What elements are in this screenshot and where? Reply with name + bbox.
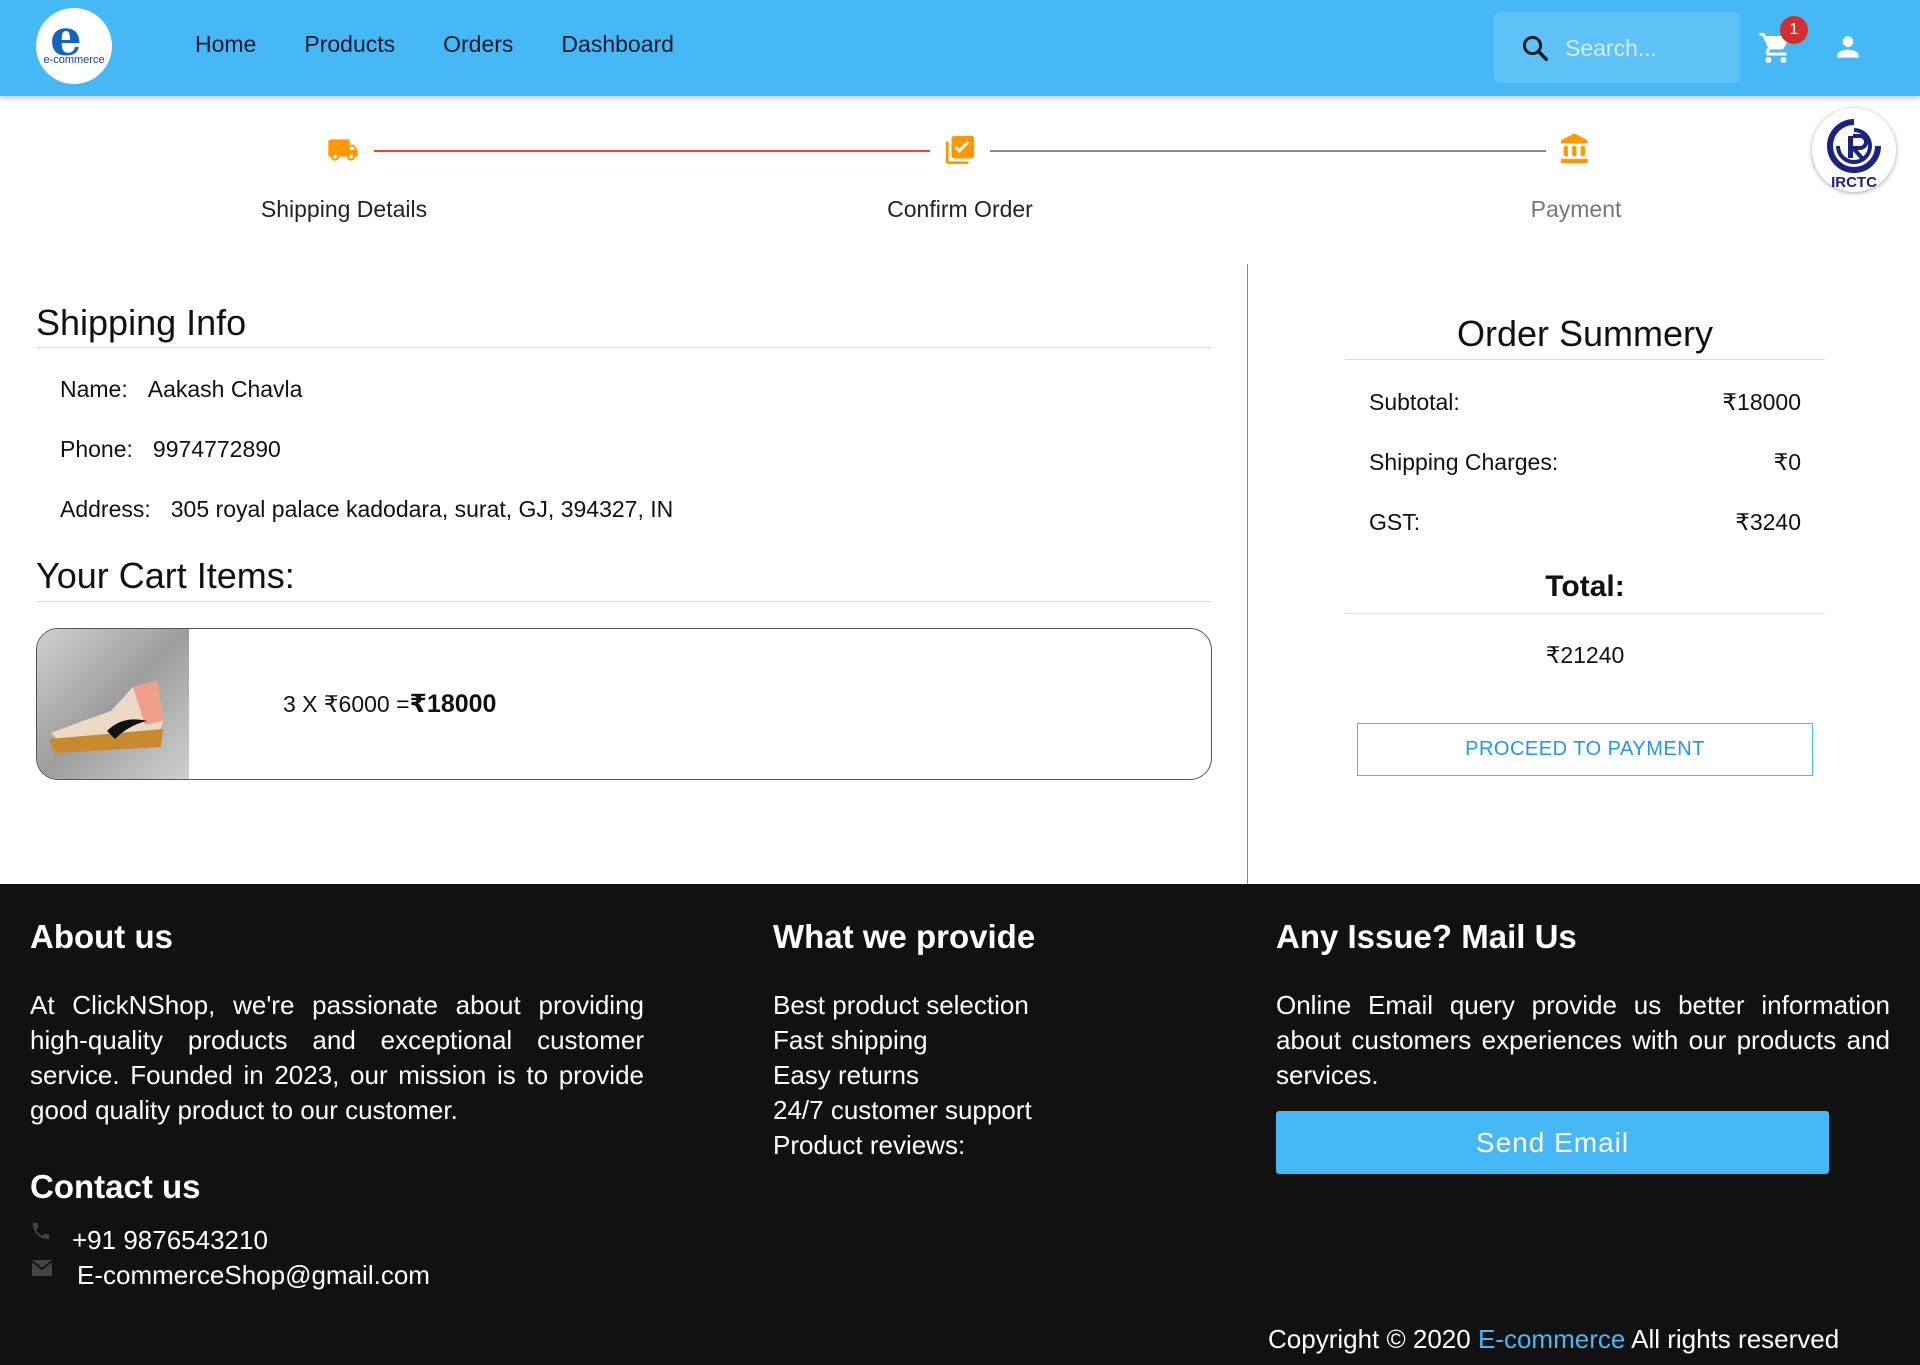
step-confirm-order: Confirm Order [887, 196, 1033, 222]
phone-label: Phone: [60, 436, 133, 462]
logo-text: e-commerce [43, 54, 105, 66]
list-item: Product reviews: [773, 1130, 966, 1160]
shipping-charges-label: Shipping Charges: [1369, 449, 1559, 475]
list-item: Best product selection [773, 990, 1029, 1020]
nav-home[interactable]: Home [195, 31, 256, 58]
product-image[interactable] [37, 629, 189, 779]
column-divider [1247, 264, 1248, 884]
phone-value: 9974772890 [152, 436, 281, 462]
list-item: 24/7 customer support [773, 1095, 1032, 1125]
divider [36, 601, 1212, 602]
copyright-brand-link[interactable]: E-commerce [1478, 1324, 1625, 1354]
footer: About us At ClickNShop, we're passionate… [0, 884, 1920, 1365]
shipping-phone-row: Phone: 9974772890 [60, 436, 281, 463]
phone-number[interactable]: +91 9876543210 [72, 1225, 268, 1256]
gst-row: GST: ₹3240 [1369, 509, 1801, 536]
main-nav: Home Products Orders Dashboard [195, 31, 722, 58]
user-account-icon[interactable] [1832, 31, 1864, 63]
nav-orders[interactable]: Orders [443, 31, 513, 58]
total-label: Total: [1545, 570, 1625, 603]
contact-us-title: Contact us [30, 1168, 201, 1205]
list-item: Fast shipping [773, 1025, 928, 1055]
shipping-name-row: Name: Aakash Chavla [60, 376, 302, 403]
divider [1345, 359, 1825, 360]
order-summary-title: Order Summery [1456, 313, 1714, 354]
nav-products[interactable]: Products [304, 31, 395, 58]
step-connector-pending [990, 150, 1546, 152]
name-label: Name: [60, 376, 128, 402]
proceed-to-payment-button[interactable]: PROCEED TO PAYMENT [1357, 723, 1813, 776]
name-value: Aakash Chavla [147, 376, 303, 402]
cart-count-badge: 1 [1780, 16, 1808, 44]
subtotal-label: Subtotal: [1369, 389, 1460, 415]
shipping-address-row: Address: 305 royal palace kadodara, surat… [60, 496, 673, 523]
about-us-text: At ClickNShop, we're passionate about pr… [30, 990, 644, 1125]
search-icon[interactable] [1520, 33, 1550, 63]
cart-item-card: 3 X ₹6000 =₹18000 [36, 628, 1212, 780]
line-total: ₹18000 [409, 690, 497, 718]
divider [1345, 613, 1825, 614]
address-label: Address: [60, 496, 151, 522]
copyright: Copyright © 2020 E-commerce All rights r… [1268, 1324, 1839, 1355]
total-value: ₹21240 [1545, 642, 1625, 668]
nav-dashboard[interactable]: Dashboard [561, 31, 674, 58]
shipping-charges-row: Shipping Charges: ₹0 [1369, 449, 1801, 476]
step-connector-done [374, 150, 930, 152]
search-box [1494, 12, 1740, 83]
confirm-order-icon [945, 135, 975, 165]
truck-icon [328, 139, 358, 161]
what-we-provide-title: What we provide [773, 918, 1036, 955]
address-value: 305 royal palace kadodara, surat, GJ, 39… [170, 496, 674, 522]
phone-icon [32, 1222, 50, 1240]
cart-items-title: Your Cart Items: [36, 555, 295, 596]
shipping-charges-value: ₹0 [1773, 449, 1801, 475]
list-item: Easy returns [773, 1060, 919, 1090]
gst-label: GST: [1369, 509, 1421, 535]
copyright-prefix: Copyright © 2020 [1268, 1324, 1471, 1354]
mail-icon [31, 1260, 53, 1276]
sneaker-image [37, 629, 189, 779]
subtotal-row: Subtotal: ₹18000 [1369, 389, 1801, 416]
mail-us-text: Online Email query provide us better inf… [1276, 990, 1890, 1090]
send-email-button[interactable]: Send Email [1276, 1111, 1829, 1174]
search-input[interactable] [1565, 32, 1725, 64]
divider [36, 347, 1212, 348]
irctc-widget[interactable]: IRCTC [1812, 108, 1896, 192]
irctc-label: IRCTC [1831, 174, 1877, 191]
email-address[interactable]: E-commerceShop@gmail.com [77, 1260, 430, 1291]
copyright-suffix: All rights reserved [1631, 1324, 1840, 1354]
about-us-title: About us [30, 918, 173, 955]
mail-us-title: Any Issue? Mail Us [1276, 918, 1577, 955]
step-shipping-details: Shipping Details [260, 196, 428, 222]
irctc-logo-icon [1827, 119, 1881, 173]
gst-value: ₹3240 [1735, 509, 1801, 535]
site-logo[interactable]: e e-commerce [36, 8, 112, 84]
cart-item-price: 3 X ₹6000 =₹18000 [283, 689, 496, 719]
step-payment: Payment [1530, 196, 1622, 222]
quantity-text: 3 X ₹6000 = [283, 691, 410, 717]
bank-icon [1560, 133, 1588, 164]
subtotal-value: ₹18000 [1722, 389, 1801, 415]
top-navbar: e e-commerce Home Products Orders Dashbo… [0, 0, 1920, 96]
shipping-info-title: Shipping Info [36, 302, 247, 343]
provide-list: Best product selection Fast shipping Eas… [773, 988, 1032, 1163]
